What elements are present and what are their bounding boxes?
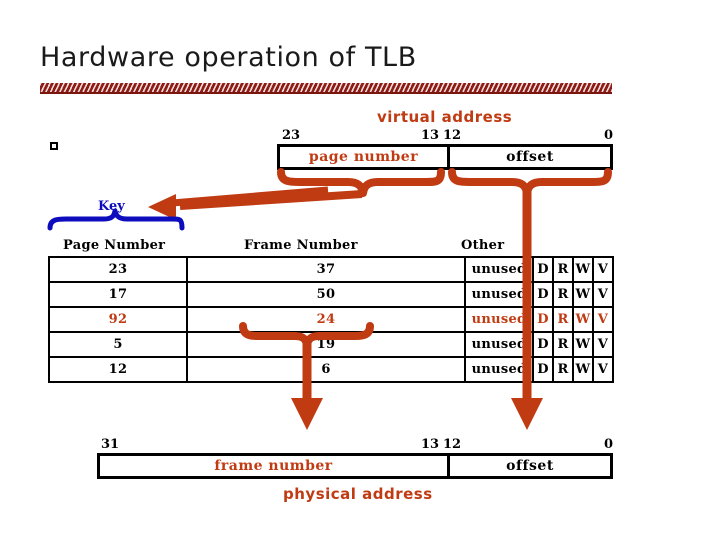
pa-bit-mid-left: 13: [421, 437, 440, 452]
virtual-address-bar: page number offset: [277, 144, 613, 170]
key-label: Key: [98, 199, 125, 214]
cell-flag-d: D: [532, 306, 554, 333]
cell-flag-d: D: [532, 256, 554, 283]
physical-address-label: physical address: [283, 485, 433, 503]
cell-flag-w: W: [572, 331, 594, 358]
cell-flag-r: R: [552, 256, 574, 283]
pa-field-frame-number: frame number: [100, 456, 450, 476]
cell-other: unused: [464, 356, 534, 383]
cell-flag-w: W: [572, 281, 594, 308]
pa-bit-low: 0: [604, 437, 614, 452]
cell-flag-w: W: [572, 306, 594, 333]
cell-other: unused: [464, 281, 534, 308]
cell-frame-number: 24: [186, 306, 466, 333]
va-bit-high: 23: [282, 128, 301, 143]
cell-other: unused: [464, 306, 534, 333]
page-number-brace: [277, 168, 445, 197]
table-row[interactable]: 12 6 unused D R W V: [48, 356, 614, 383]
cell-page-number: 92: [48, 306, 188, 333]
page-number-to-key-arrow: [148, 186, 363, 220]
table-row[interactable]: 5 19 unused D R W V: [48, 331, 614, 358]
cell-flag-v: V: [592, 331, 614, 358]
va-field-page-number: page number: [280, 147, 450, 167]
va-field-offset: offset: [506, 149, 554, 165]
cell-frame-number: 37: [186, 256, 466, 283]
table-row[interactable]: 23 37 unused D R W V: [48, 256, 614, 283]
title-underline-rule: [40, 83, 612, 94]
va-bit-mid-left: 13: [421, 128, 440, 143]
cell-flag-r: R: [552, 356, 574, 383]
table-row[interactable]: 17 50 unused D R W V: [48, 281, 614, 308]
slide-canvas: Hardware operation of TLB virtual addres…: [0, 0, 720, 540]
cell-page-number: 5: [48, 331, 188, 358]
va-bit-mid-right: 12: [443, 128, 462, 143]
cell-flag-w: W: [572, 256, 594, 283]
empty-square-bullet-icon: [50, 142, 58, 150]
pa-field-offset: offset: [506, 458, 554, 474]
pa-bit-mid-right: 12: [443, 437, 462, 452]
column-header-frame-number: Frame Number: [244, 238, 358, 253]
cell-frame-number: 50: [186, 281, 466, 308]
tlb-table-body: 23 37 unused D R W V 17 50 unused D R W …: [48, 256, 614, 383]
cell-frame-number: 19: [186, 331, 466, 358]
tlb-table: 23 37 unused D R W V 17 50 unused D R W …: [48, 256, 614, 383]
cell-page-number: 12: [48, 356, 188, 383]
page-title: Hardware operation of TLB: [40, 42, 417, 73]
cell-flag-w: W: [572, 356, 594, 383]
cell-flag-v: V: [592, 256, 614, 283]
column-header-other: Other: [461, 238, 505, 253]
va-bit-low: 0: [604, 128, 614, 143]
table-row-highlighted[interactable]: 92 24 unused D R W V: [48, 306, 614, 333]
cell-flag-r: R: [552, 331, 574, 358]
cell-flag-d: D: [532, 331, 554, 358]
cell-flag-v: V: [592, 281, 614, 308]
column-header-page-number: Page Number: [63, 238, 166, 253]
cell-page-number: 17: [48, 281, 188, 308]
cell-flag-d: D: [532, 356, 554, 383]
cell-flag-v: V: [592, 306, 614, 333]
pa-bit-high: 31: [101, 437, 120, 452]
cell-flag-v: V: [592, 356, 614, 383]
cell-other: unused: [464, 256, 534, 283]
cell-page-number: 23: [48, 256, 188, 283]
cell-flag-r: R: [552, 306, 574, 333]
cell-other: unused: [464, 331, 534, 358]
cell-frame-number: 6: [186, 356, 466, 383]
virtual-address-label: virtual address: [377, 108, 513, 126]
cell-flag-r: R: [552, 281, 574, 308]
physical-address-bar: frame number offset: [97, 453, 613, 479]
cell-flag-d: D: [532, 281, 554, 308]
